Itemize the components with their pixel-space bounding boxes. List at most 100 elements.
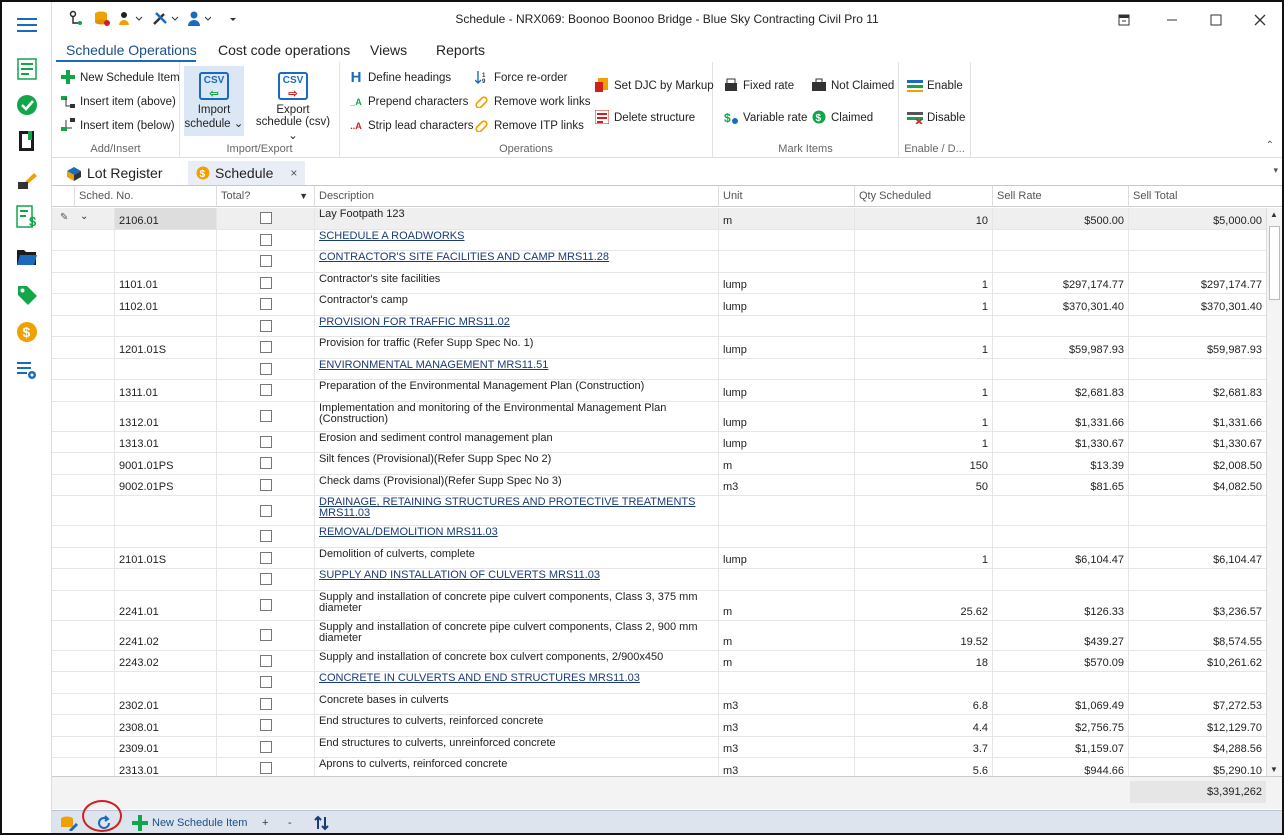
total-checkbox[interactable]: [259, 410, 272, 422]
cell-qty-scheduled[interactable]: [854, 358, 992, 379]
vertical-scrollbar[interactable]: ▲ ▼: [1266, 208, 1282, 776]
total-checkbox[interactable]: [259, 341, 272, 354]
cell-description[interactable]: Demolition of culverts, complete: [314, 547, 718, 568]
cell-sell-total[interactable]: $10,261.62: [1128, 650, 1264, 671]
cell-sched-no[interactable]: [114, 358, 216, 379]
scroll-up-icon[interactable]: ▲: [1270, 210, 1278, 219]
cell-sell-rate[interactable]: $1,331.66: [992, 401, 1128, 431]
column-header-sched-no[interactable]: Sched. No.: [74, 186, 216, 207]
cell-unit[interactable]: m: [718, 208, 854, 229]
cell-sched-no[interactable]: [114, 251, 216, 272]
cell-sell-total[interactable]: $1,331.66: [1128, 401, 1264, 431]
cell-sell-rate[interactable]: [992, 496, 1128, 525]
table-row[interactable]: 1101.01 Contractor's site facilities lump 1…: [52, 272, 1266, 294]
cell-sell-rate[interactable]: $944.66: [992, 758, 1128, 776]
cell-qty-scheduled[interactable]: 150: [854, 453, 992, 474]
cell-unit[interactable]: [718, 251, 854, 272]
table-row[interactable]: 2243.02 Supply and installation of concre…: [52, 650, 1266, 672]
total-checkbox[interactable]: [259, 573, 272, 586]
cell-description[interactable]: SCHEDULE A ROADWORKS: [314, 229, 718, 250]
cell-sell-rate[interactable]: $1,159.07: [992, 736, 1128, 757]
cell-unit[interactable]: [718, 315, 854, 336]
cell-sell-total[interactable]: $7,272.53: [1128, 693, 1264, 714]
insert-below-button[interactable]: Insert item (below): [60, 118, 175, 134]
cell-qty-scheduled[interactable]: 18: [854, 650, 992, 671]
cell-sched-no[interactable]: 2106.01: [114, 208, 216, 229]
scroll-down-icon[interactable]: ▼: [1270, 765, 1278, 774]
scroll-thumb[interactable]: [1269, 226, 1280, 300]
cell-sched-no[interactable]: 1313.01: [114, 431, 216, 452]
folder-open-icon[interactable]: [14, 244, 40, 270]
cell-description[interactable]: End structures to culverts, reinforced c…: [314, 715, 718, 736]
total-checkbox[interactable]: [259, 629, 272, 641]
cell-unit[interactable]: m3: [718, 736, 854, 757]
cell-sched-no[interactable]: 1201.01S: [114, 337, 216, 358]
cell-sched-no[interactable]: [114, 672, 216, 693]
cell-unit[interactable]: lump: [718, 294, 854, 315]
total-checkbox[interactable]: [259, 762, 272, 775]
remove-itp-links-button[interactable]: Remove ITP links: [474, 118, 584, 134]
total-checkbox[interactable]: [259, 255, 272, 268]
cell-qty-scheduled[interactable]: [854, 315, 992, 336]
cell-unit[interactable]: [718, 526, 854, 547]
cell-qty-scheduled[interactable]: 4.4: [854, 715, 992, 736]
cell-unit[interactable]: lump: [718, 380, 854, 401]
cell-unit[interactable]: lump: [718, 401, 854, 431]
variable-rate-button[interactable]: $ Variable rate: [723, 110, 807, 126]
cell-qty-scheduled[interactable]: 1: [854, 294, 992, 315]
cell-sched-no[interactable]: 1102.01: [114, 294, 216, 315]
cell-sched-no[interactable]: 1312.01: [114, 401, 216, 431]
tab-overflow-chevron-icon[interactable]: ▾: [1273, 165, 1278, 176]
cell-sell-total[interactable]: $5,000.00: [1128, 208, 1264, 229]
table-row[interactable]: 2313.01 Aprons to culverts, reinforced co…: [52, 758, 1266, 776]
minimize-button[interactable]: [1152, 8, 1192, 32]
cell-sched-no[interactable]: 9002.01PS: [114, 474, 216, 495]
cell-qty-scheduled[interactable]: [854, 229, 992, 250]
cell-unit[interactable]: m: [718, 590, 854, 620]
not-claimed-button[interactable]: Not Claimed: [811, 78, 894, 94]
cell-sell-total[interactable]: $3,236.57: [1128, 590, 1264, 620]
cell-qty-scheduled[interactable]: [854, 496, 992, 525]
heading-row[interactable]: REMOVAL/DEMOLITION MRS11.03: [52, 526, 1266, 548]
cell-sell-rate[interactable]: $2,756.75: [992, 715, 1128, 736]
cell-sell-rate[interactable]: [992, 229, 1128, 250]
expand-chevron-icon[interactable]: ⌄: [80, 211, 88, 222]
cell-sched-no[interactable]: 2241.02: [114, 620, 216, 650]
cell-sell-total[interactable]: $2,681.83: [1128, 380, 1264, 401]
total-checkbox[interactable]: [259, 298, 272, 311]
cell-sell-total[interactable]: [1128, 229, 1264, 250]
cell-unit[interactable]: lump: [718, 337, 854, 358]
table-row[interactable]: 2101.01S Demolition of culverts, complete…: [52, 547, 1266, 569]
cell-sell-rate[interactable]: $297,174.77: [992, 272, 1128, 293]
cell-sell-total[interactable]: [1128, 496, 1264, 525]
cell-qty-scheduled[interactable]: 1: [854, 431, 992, 452]
total-checkbox[interactable]: [259, 319, 272, 332]
cell-qty-scheduled[interactable]: 10: [854, 208, 992, 229]
collapse-all-button[interactable]: -: [288, 814, 292, 832]
set-djc-by-markup-button[interactable]: Set DJC by Markup: [594, 78, 714, 94]
table-row[interactable]: 2309.01 End structures to culverts, unrei…: [52, 736, 1266, 758]
new-schedule-item-button[interactable]: New Schedule Item: [60, 70, 180, 86]
cell-qty-scheduled[interactable]: 50: [854, 474, 992, 495]
cell-sell-rate[interactable]: [992, 569, 1128, 590]
cell-sell-total[interactable]: $59,987.93: [1128, 337, 1264, 358]
cell-qty-scheduled[interactable]: 1: [854, 547, 992, 568]
enable-button[interactable]: Enable: [907, 78, 963, 94]
cell-description[interactable]: ENVIRONMENTAL MANAGEMENT MRS11.51: [314, 358, 718, 379]
tab-reports[interactable]: Reports: [436, 42, 485, 58]
cell-sched-no[interactable]: 2302.01: [114, 693, 216, 714]
cell-description[interactable]: End structures to culverts, unreinforced…: [314, 736, 718, 757]
register-list-icon[interactable]: [14, 56, 40, 82]
heading-row[interactable]: ENVIRONMENTAL MANAGEMENT MRS11.51: [52, 358, 1266, 380]
cell-unit[interactable]: m: [718, 453, 854, 474]
heading-row[interactable]: CONCRETE IN CULVERTS AND END STRUCTURES …: [52, 672, 1266, 694]
total-checkbox[interactable]: [259, 740, 272, 753]
check-circle-icon[interactable]: [14, 92, 40, 118]
total-checkbox[interactable]: [259, 654, 272, 667]
total-checkbox[interactable]: [259, 384, 272, 397]
cell-unit[interactable]: [718, 229, 854, 250]
column-header-unit[interactable]: Unit: [718, 186, 854, 207]
cell-sell-rate[interactable]: [992, 315, 1128, 336]
table-settings-icon[interactable]: [14, 357, 40, 383]
cell-sell-rate[interactable]: $59,987.93: [992, 337, 1128, 358]
